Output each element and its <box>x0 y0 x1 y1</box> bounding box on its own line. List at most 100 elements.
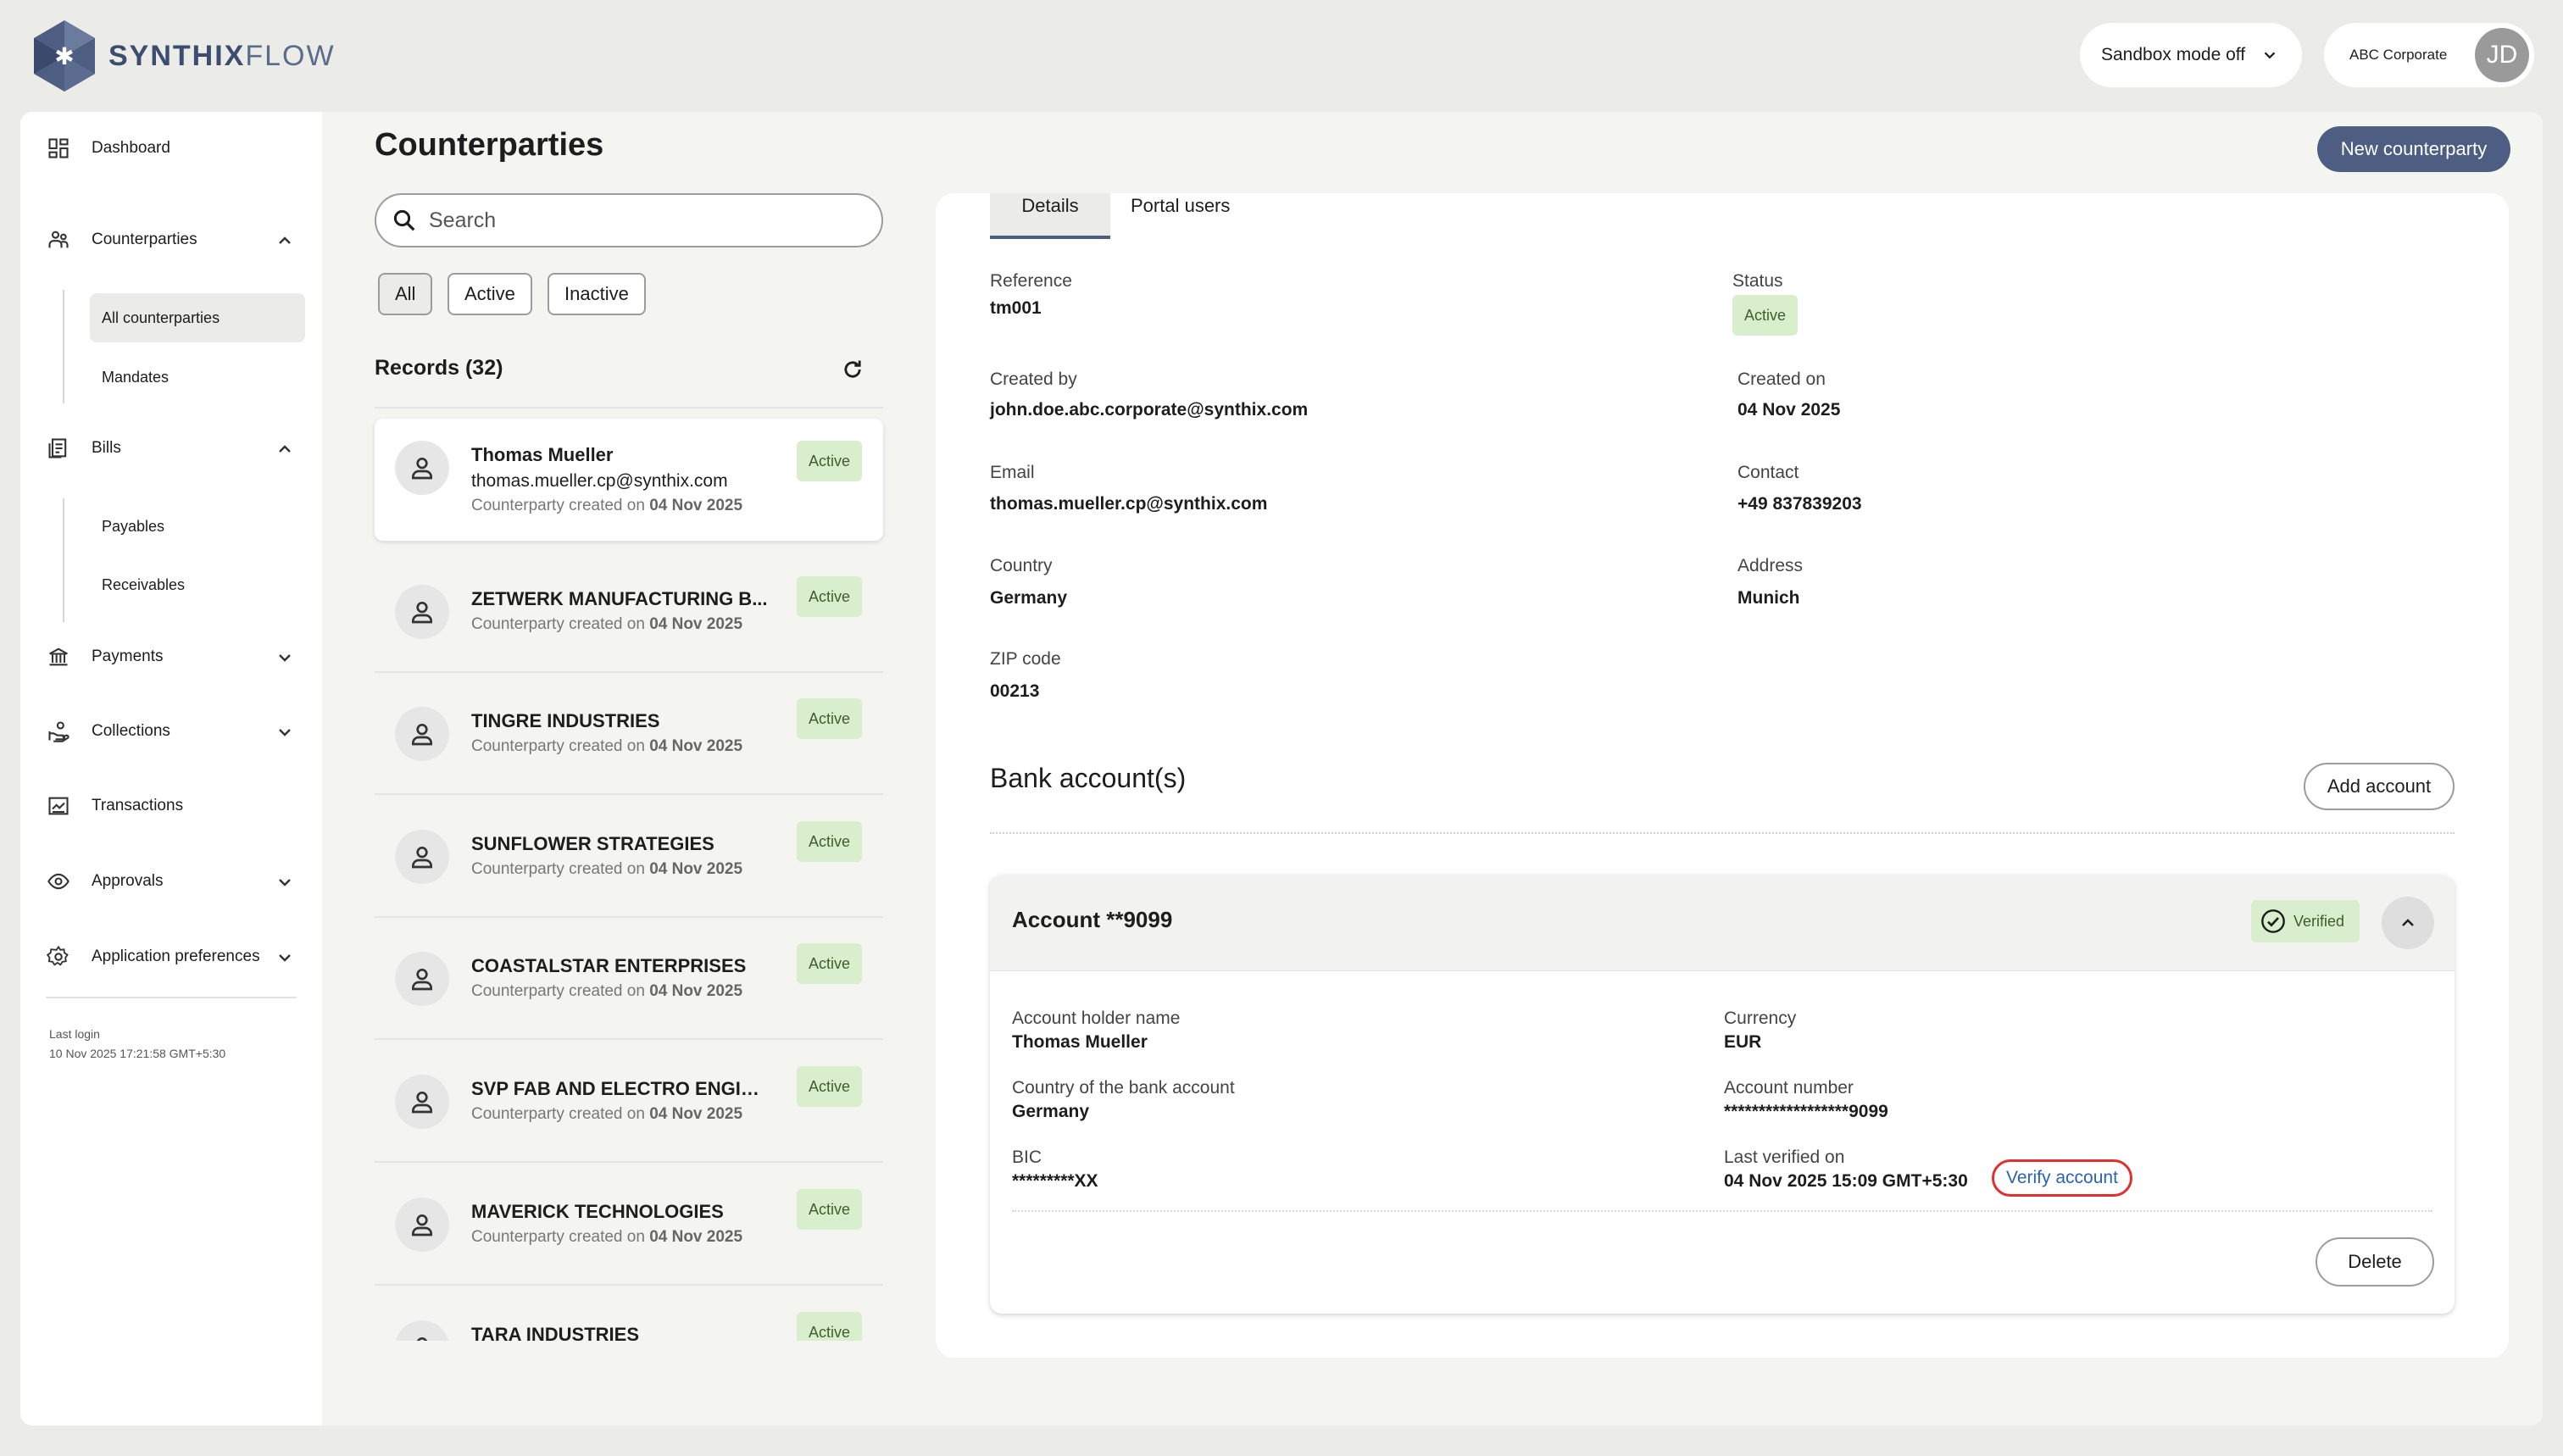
refresh-icon[interactable] <box>841 358 865 381</box>
chevron-up-icon[interactable] <box>275 439 295 459</box>
status-badge: Active <box>797 1066 863 1107</box>
account-title: Account **9099 <box>1012 907 1173 932</box>
chevron-down-icon[interactable] <box>275 647 295 668</box>
email-value: thomas.mueller.cp@synthix.com <box>990 494 1268 514</box>
list-item[interactable]: Thomas Mueller thomas.mueller.cp@synthix… <box>375 419 883 541</box>
page-title: Counterparties <box>375 127 604 163</box>
add-account-button[interactable]: Add account <box>2304 763 2455 810</box>
sandbox-toggle[interactable]: Sandbox mode off <box>2080 23 2302 87</box>
list-item[interactable]: ZETWERK MANUFACTURING B... Counterparty … <box>375 551 883 673</box>
row-divider <box>375 1284 883 1286</box>
reference-label: Reference <box>990 271 1072 291</box>
list-divider <box>375 407 883 408</box>
list-item[interactable]: SUNFLOWER STRATEGIES Counterparty create… <box>375 796 883 918</box>
sidebar-item-collections[interactable]: Collections <box>46 719 170 744</box>
created-on: Counterparty created on 04 Nov 2025 <box>471 497 743 514</box>
status-badge: Active <box>797 1312 863 1341</box>
bank-country-value: Germany <box>1012 1102 1090 1121</box>
brand-logo[interactable]: ✱ SYNTHIXFLOW <box>31 19 336 93</box>
counterparty-name: COASTALSTAR ENTERPRISES <box>471 955 747 976</box>
sidebar: Dashboard Counterparties All counterpart… <box>20 112 322 1425</box>
app-frame: Dashboard Counterparties All counterpart… <box>20 112 2543 1425</box>
sidebar-item-label: Approvals <box>92 872 164 890</box>
sidebar-item-counterparties[interactable]: Counterparties <box>46 227 197 253</box>
sidebar-item-label: Application preferences <box>92 948 260 965</box>
tab-details[interactable]: Details <box>990 193 1110 237</box>
counterparty-name: SVP FAB AND ELECTRO ENGIN... <box>471 1078 768 1099</box>
person-icon <box>395 952 449 1006</box>
sidebar-item-transactions[interactable]: Transactions <box>46 793 183 819</box>
bank-icon <box>46 644 71 670</box>
counterparty-name: MAVERICK TECHNOLOGIES <box>471 1201 724 1222</box>
sidebar-item-label: Payments <box>92 647 164 665</box>
chevron-down-icon[interactable] <box>275 872 295 892</box>
person-icon <box>395 1320 449 1341</box>
delete-button[interactable]: Delete <box>2316 1237 2434 1287</box>
created-on-label: Created on <box>1737 370 1826 389</box>
sidebar-item-application-preferences[interactable]: Application preferences <box>46 944 260 970</box>
filter-inactive[interactable]: Inactive <box>548 273 646 315</box>
verify-account-link[interactable]: Verify account <box>1992 1159 2132 1197</box>
sidebar-item-receivables[interactable]: Receivables <box>90 560 305 609</box>
bank-account-header[interactable]: Account **9099 Verified <box>990 875 2455 971</box>
list-item[interactable]: TINGRE INDUSTRIES Counterparty created o… <box>375 673 883 795</box>
logo-mark-icon: ✱ <box>34 20 95 92</box>
country-value: Germany <box>990 588 1068 608</box>
sidebar-item-payables[interactable]: Payables <box>90 502 305 551</box>
sidebar-item-approvals[interactable]: Approvals <box>46 869 164 894</box>
person-icon <box>395 1198 449 1252</box>
currency-value: EUR <box>1724 1032 1762 1052</box>
search-input[interactable] <box>429 208 853 233</box>
collapse-button[interactable] <box>2382 897 2434 949</box>
search-box[interactable] <box>375 193 883 247</box>
sidebar-item-dashboard[interactable]: Dashboard <box>46 136 170 161</box>
row-divider <box>375 793 883 795</box>
account-menu[interactable]: ABC Corporate JD <box>2324 23 2534 87</box>
reference-value: tm001 <box>990 298 1042 318</box>
chevron-up-icon[interactable] <box>275 231 295 251</box>
bank-account-panel: Account **9099 Verified Account holder n… <box>990 875 2455 1314</box>
counterparty-name: Thomas Mueller <box>471 444 614 465</box>
list-item[interactable]: MAVERICK TECHNOLOGIES Counterparty creat… <box>375 1164 883 1286</box>
list-item[interactable]: TARA INDUSTRIES Active <box>375 1287 883 1341</box>
tab-portal-users[interactable]: Portal users <box>1131 193 1230 237</box>
created-on: Counterparty created on 04 Nov 2025 <box>471 1228 743 1246</box>
chevron-down-icon[interactable] <box>275 948 295 968</box>
created-on: Counterparty created on 04 Nov 2025 <box>471 982 743 1000</box>
status-badge: Active <box>797 821 863 862</box>
currency-label: Currency <box>1724 1009 1797 1028</box>
new-counterparty-button[interactable]: New counterparty <box>2317 126 2510 172</box>
row-divider <box>375 1161 883 1163</box>
bill-icon <box>46 436 71 461</box>
created-by-value: john.doe.abc.corporate@synthix.com <box>990 400 1309 420</box>
avatar[interactable]: JD <box>2475 28 2529 82</box>
subnav-line <box>63 290 64 403</box>
sidebar-item-payments[interactable]: Payments <box>46 644 163 670</box>
email-label: Email <box>990 463 1035 482</box>
sidebar-item-label: Transactions <box>92 797 184 814</box>
sidebar-item-mandates[interactable]: Mandates <box>90 353 305 402</box>
bank-accounts-title: Bank account(s) <box>990 763 1187 793</box>
list-item[interactable]: COASTALSTAR ENTERPRISES Counterparty cre… <box>375 918 883 1040</box>
sidebar-item-label: Dashboard <box>92 139 170 157</box>
sidebar-item-all-counterparties[interactable]: All counterparties <box>90 293 305 342</box>
filter-active[interactable]: Active <box>448 273 532 315</box>
filter-all[interactable]: All <box>378 273 433 315</box>
gear-icon <box>46 944 71 970</box>
search-icon <box>393 209 415 231</box>
sidebar-item-label: Bills <box>92 439 121 457</box>
list-item[interactable]: SVP FAB AND ELECTRO ENGIN... Counterpart… <box>375 1041 883 1163</box>
last-verified-label: Last verified on <box>1724 1148 1845 1167</box>
records-count: Records (32) <box>375 356 503 380</box>
chevron-down-icon[interactable] <box>275 722 295 742</box>
person-icon <box>395 441 449 495</box>
account-divider <box>1012 1210 2432 1212</box>
chevron-down-icon <box>2264 52 2276 59</box>
last-login: Last login 10 Nov 2025 17:21:58 GMT+5:30 <box>49 1025 225 1064</box>
created-on: Counterparty created on 04 Nov 2025 <box>471 1105 743 1123</box>
sidebar-item-bills[interactable]: Bills <box>46 436 121 461</box>
counterparty-name: SUNFLOWER STRATEGIES <box>471 833 714 854</box>
subnav-line <box>63 498 64 622</box>
person-icon <box>395 707 449 761</box>
brand-name: SYNTHIXFLOW <box>108 39 336 72</box>
